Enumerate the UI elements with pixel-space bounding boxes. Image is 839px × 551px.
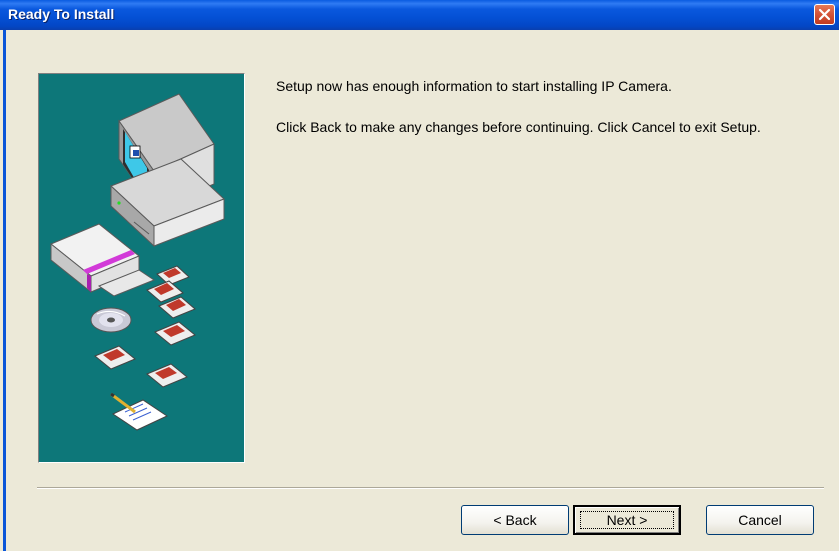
info-message: Setup now has enough information to star…: [276, 78, 672, 94]
software-box-icon: [50, 223, 156, 297]
back-button[interactable]: < Back: [461, 505, 569, 535]
cancel-button-label: Cancel: [738, 512, 782, 528]
floppy-disk-icon: [146, 265, 196, 319]
cancel-button[interactable]: Cancel: [706, 505, 814, 535]
setup-dialog: Ready To Install Setup now has enough in…: [0, 0, 839, 551]
title-bar[interactable]: Ready To Install: [0, 0, 839, 30]
instruction-message: Click Back to make any changes before co…: [276, 119, 761, 135]
button-separator: [37, 487, 824, 489]
document-pencil-icon: [110, 392, 169, 431]
next-button[interactable]: Next >: [573, 505, 681, 535]
window-title: Ready To Install: [8, 6, 115, 22]
setup-illustration-panel: [38, 73, 245, 463]
window-frame-left: [3, 30, 6, 551]
cd-disc-icon: [90, 307, 132, 333]
back-button-label: < Back: [493, 512, 537, 528]
close-icon: [818, 8, 831, 21]
setup-illustration: [50, 93, 225, 431]
next-button-label: Next >: [606, 512, 648, 528]
close-button[interactable]: [814, 4, 835, 25]
